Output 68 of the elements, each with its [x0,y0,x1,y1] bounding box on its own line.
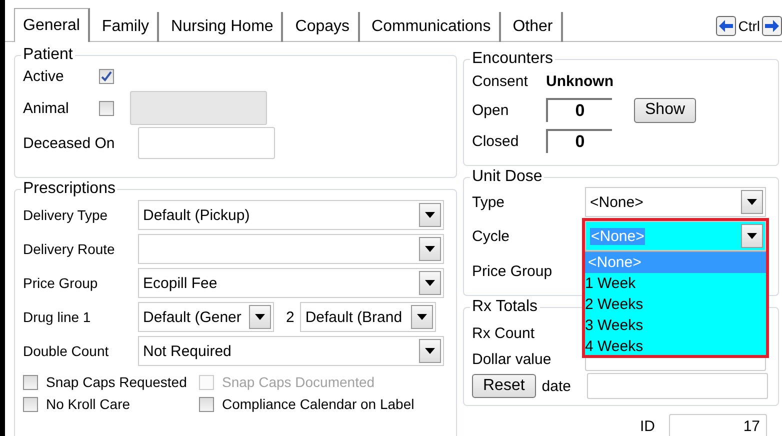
group-title: Unit Dose [471,168,544,186]
caret-icon [747,199,757,205]
checkbox[interactable] [23,396,38,412]
dropdown-option[interactable]: 2 Weeks [585,294,766,315]
field-label: Delivery Type [23,207,109,223]
tab[interactable]: Other [504,12,563,42]
dropdown-field[interactable]: Not Required [138,336,444,366]
field-label: Delivery Route [23,241,116,257]
dropdown-field[interactable]: <None> [585,187,766,217]
dropdown-field[interactable]: Default (Brand [300,302,436,332]
caret-icon [425,246,435,252]
count-field: 0 [546,98,612,122]
field-label: Type [472,194,506,210]
field-label: Double Count [23,343,110,359]
date-field[interactable] [138,127,275,159]
field-label: Rx Count [472,324,536,342]
tab[interactable]: Communications [364,12,501,42]
reset-button[interactable]: Reset [472,374,536,398]
field-label: Active [23,68,65,84]
id-field: 17 [669,414,767,436]
checkbox-label: Snap Caps Requested [46,374,187,390]
dropdown-field[interactable]: Ecopill Fee [138,268,444,298]
count-field: 0 [546,129,612,153]
tab[interactable]: Family [94,12,160,42]
dropdown-option[interactable]: 3 Weeks [585,315,766,336]
caret-icon [747,233,757,239]
field-label: Consent [472,72,529,90]
dropdown-option[interactable]: 1 Week [585,273,766,294]
checkbox[interactable] [199,396,214,412]
show-button[interactable]: Show [634,98,696,122]
dropdown-field[interactable]: Default (Gener [138,302,274,332]
group-title: Encounters [471,50,554,68]
checkbox-label: Compliance Calendar on Label [222,396,414,412]
field-label: Price Group [23,275,99,291]
dropdown-field[interactable]: Default (Pickup) [138,200,444,230]
shortcut-label: Ctrl [738,18,760,34]
checkbox[interactable] [23,374,38,390]
checkbox[interactable] [99,100,114,116]
checkbox-label: No Kroll Care [46,396,130,412]
field-label: Animal [23,100,70,116]
tab[interactable]: General [14,8,90,42]
caret-icon [255,314,265,320]
dropdown-field[interactable] [138,234,444,264]
field-label: Open [472,102,510,118]
caret-icon [425,348,435,354]
field-label: date [542,378,572,394]
input-field[interactable] [130,91,267,125]
consent-status: Unknown [546,72,614,90]
tab[interactable]: Nursing Home [163,12,284,42]
field-label: Price Group [472,262,554,280]
field-label: Deceased On [23,134,116,152]
caret-icon [425,280,435,286]
date-field[interactable] [586,373,768,399]
field-label: Closed [472,132,520,150]
group-title: Patient [22,46,74,64]
dropdown-option[interactable]: 4 Weeks [585,336,766,357]
field-label: Dollar value [472,350,552,368]
field-label: Cycle [472,228,511,244]
caret-icon [425,212,435,218]
field-label: 2 [286,308,294,326]
field-label: Drug line 1 [23,309,92,325]
field-label: ID [640,418,655,434]
group-title: Prescriptions [22,180,116,198]
caret-icon [417,314,428,320]
group-title: Rx Totals [471,298,539,316]
tab[interactable]: Copays [287,12,360,42]
checkbox-label: Snap Caps Documented [222,374,375,390]
checkbox[interactable] [99,68,114,84]
